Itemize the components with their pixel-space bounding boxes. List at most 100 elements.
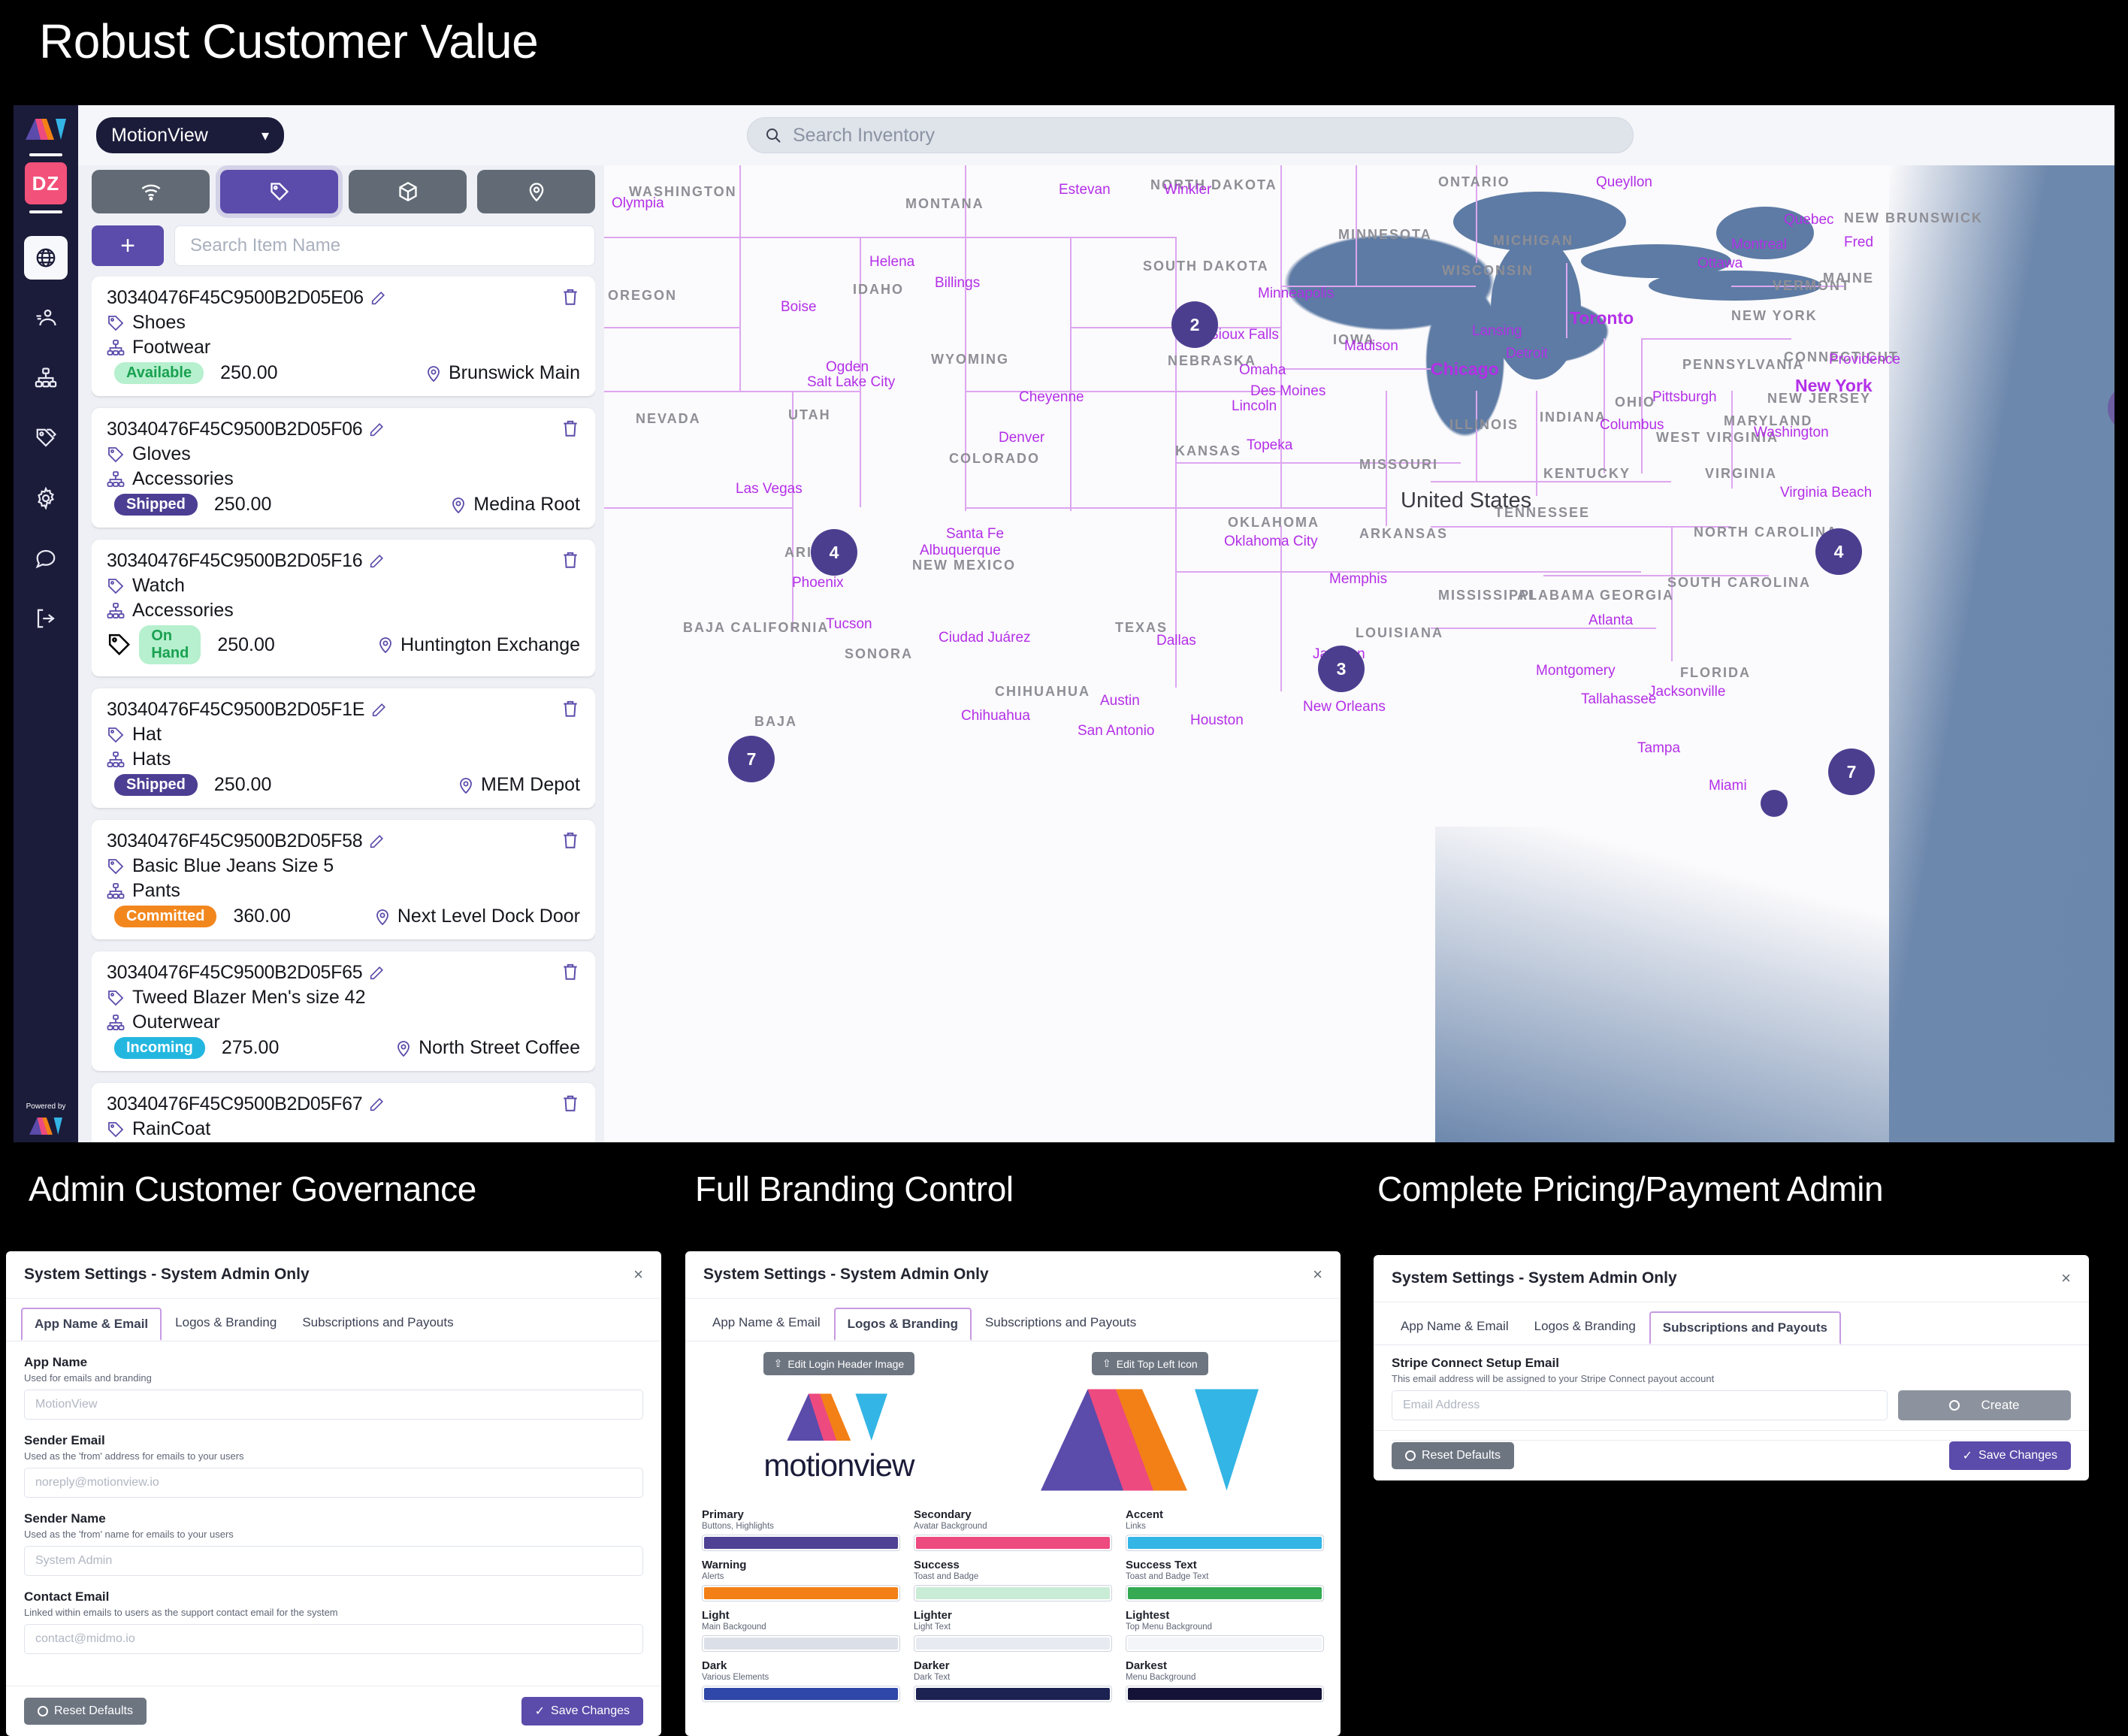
branding-logos: ⇧ Edit Login Header Image motionview ⇧ E…	[685, 1341, 1341, 1496]
tab-logos-branding[interactable]: Logos & Branding	[833, 1308, 972, 1341]
field-input[interactable]: noreply@motionview.io	[24, 1468, 643, 1498]
sidebar-item-tags[interactable]	[24, 416, 68, 460]
delete-icon[interactable]	[561, 699, 580, 718]
map-cluster-marker[interactable]: 3	[1318, 646, 1365, 692]
map-cluster-marker[interactable]: 4	[811, 529, 857, 576]
modal-title: System Settings - System Admin Only	[1392, 1269, 1677, 1287]
close-icon[interactable]: ×	[633, 1265, 643, 1284]
delete-icon[interactable]	[561, 830, 580, 850]
inventory-item-card[interactable]: 30340476F45C9500B2D05F1E Hat Hats Shipped 25…	[92, 688, 595, 808]
map-cluster-marker[interactable]: 7	[728, 736, 775, 782]
swatch-picker[interactable]	[914, 1535, 1112, 1551]
sidebar-item-messages[interactable]	[24, 537, 68, 580]
governance-tabs[interactable]: App Name & Email Logos & Branding Subscrip…	[6, 1299, 661, 1341]
field-input[interactable]: MotionView	[24, 1390, 643, 1420]
org-selector[interactable]: MotionView ▾	[96, 117, 284, 153]
tab-app-name-email[interactable]: App Name & Email	[21, 1308, 162, 1341]
swatch-picker[interactable]	[1126, 1686, 1324, 1702]
item-id: 30340476F45C9500B2D05F06	[107, 419, 580, 440]
tab-app-name-email[interactable]: App Name & Email	[1389, 1311, 1521, 1344]
item-location: Medina Root	[449, 494, 580, 516]
swatch-picker[interactable]	[914, 1585, 1112, 1601]
sidebar-item-globe[interactable]	[24, 236, 68, 280]
add-item-button[interactable]: +	[92, 225, 164, 266]
item-status-row: On Hand 250.00 Huntington Exchange	[107, 625, 580, 664]
map-border	[1356, 165, 1357, 286]
swatch-picker[interactable]	[702, 1635, 900, 1652]
modal-footer: Reset Defaults ✓ Save Changes	[1374, 1430, 2089, 1480]
inventory-item-card[interactable]: 30340476F45C9500B2D05F65 Tweed Blazer Men…	[92, 951, 595, 1071]
delete-icon[interactable]	[561, 287, 580, 307]
delete-icon[interactable]	[561, 419, 580, 438]
item-price: 275.00	[221, 1037, 280, 1058]
avatar[interactable]: DZ	[25, 162, 67, 204]
branding-tabs[interactable]: App Name & Email Logos & Branding Subscrip…	[685, 1299, 1341, 1341]
inventory-item-card[interactable]: 30340476F45C9500B2D05F58 Basic Blue Jeans…	[92, 820, 595, 939]
map-cluster-marker[interactable]	[1761, 790, 1788, 817]
pricing-tabs[interactable]: App Name & Email Logos & Branding Subscrip…	[1374, 1302, 2089, 1345]
tab-subscriptions-and-payouts[interactable]: Subscriptions and Payouts	[973, 1308, 1148, 1341]
search-input[interactable]: Search Inventory	[747, 117, 1634, 153]
tab-logos-branding[interactable]: Logos & Branding	[163, 1308, 289, 1341]
inventory-list[interactable]: 30340476F45C9500B2D05E06 Shoes Footwear Ava…	[92, 277, 595, 1142]
swatch-picker[interactable]	[914, 1686, 1112, 1702]
reset-defaults-button[interactable]: Reset Defaults	[24, 1698, 147, 1725]
sidebar-item-org-chart[interactable]	[24, 356, 68, 400]
edit-icon[interactable]	[368, 965, 385, 981]
tab-logos-branding[interactable]: Logos & Branding	[1522, 1311, 1648, 1344]
sidebar-item-settings[interactable]	[24, 476, 68, 520]
tab-app-name-email[interactable]: App Name & Email	[700, 1308, 833, 1341]
map-cluster-marker[interactable]: 2	[1171, 301, 1218, 348]
swatch-picker[interactable]	[702, 1585, 900, 1601]
map-cluster-marker[interactable]: 7	[1828, 749, 1875, 795]
map-state-label: KANSAS	[1175, 443, 1242, 458]
map-city-label: Quebec	[1784, 212, 1834, 228]
inventory-item-card[interactable]: 30340476F45C9500B2D05F67RainCoatOuterwea…	[92, 1083, 595, 1142]
swatch-picker[interactable]	[702, 1535, 900, 1551]
stripe-email-input[interactable]: Email Address	[1392, 1390, 1888, 1420]
field-input[interactable]: contact@midmo.io	[24, 1624, 643, 1654]
map-cluster-marker[interactable]: 4	[1815, 528, 1862, 575]
field-placeholder: System Admin	[35, 1554, 113, 1567]
sidebar-item-people[interactable]	[24, 296, 68, 340]
item-search-input[interactable]: Search Item Name	[174, 225, 595, 266]
segment-locations[interactable]	[477, 170, 595, 213]
save-changes-button[interactable]: ✓ Save Changes	[521, 1697, 643, 1725]
item-id: 30340476F45C9500B2D05F58	[107, 830, 580, 852]
tab-subscriptions-and-payouts[interactable]: Subscriptions and Payouts	[1649, 1311, 1841, 1344]
edit-icon[interactable]	[368, 422, 385, 438]
segment-containers[interactable]	[349, 170, 467, 213]
inventory-item-card[interactable]: 30340476F45C9500B2D05E06 Shoes Footwear Ava…	[92, 277, 595, 396]
inventory-item-card[interactable]: 30340476F45C9500B2D05F06 Gloves Accessorie…	[92, 408, 595, 528]
tab-subscriptions-and-payouts[interactable]: Subscriptions and Payouts	[290, 1308, 465, 1341]
inventory-map[interactable]: WASHINGTON MONTANA IDAHO OREGON NEVADA UTAH WY…	[604, 165, 2114, 1142]
edit-icon[interactable]	[368, 833, 385, 850]
swatch-picker[interactable]	[1126, 1535, 1324, 1551]
close-icon[interactable]: ×	[2061, 1269, 2071, 1288]
status-badge: Available	[114, 362, 204, 384]
delete-icon[interactable]	[561, 550, 580, 570]
reset-defaults-button[interactable]: Reset Defaults	[1392, 1442, 1514, 1469]
edit-icon[interactable]	[370, 702, 387, 718]
swatch-picker[interactable]	[914, 1635, 1112, 1652]
close-icon[interactable]: ×	[1313, 1265, 1322, 1284]
edit-top-left-icon-button[interactable]: ⇧ Edit Top Left Icon	[1092, 1352, 1208, 1375]
swatch-picker[interactable]	[702, 1686, 900, 1702]
save-changes-button[interactable]: ✓ Save Changes	[1948, 1441, 2071, 1470]
delete-icon[interactable]	[561, 1093, 580, 1113]
edit-login-header-button[interactable]: ⇧ Edit Login Header Image	[763, 1352, 915, 1375]
segment-signals[interactable]	[92, 170, 210, 213]
segment-control	[92, 170, 595, 213]
map-city-label: Queyllon	[1596, 174, 1652, 190]
edit-icon[interactable]	[368, 553, 385, 570]
delete-icon[interactable]	[561, 962, 580, 981]
swatch-picker[interactable]	[1126, 1585, 1324, 1601]
create-stripe-account-button[interactable]: Create	[1898, 1390, 2071, 1420]
edit-icon[interactable]	[370, 290, 386, 307]
field-input[interactable]: System Admin	[24, 1546, 643, 1576]
swatch-picker[interactable]	[1126, 1635, 1324, 1652]
sidebar-item-logout[interactable]	[24, 597, 68, 640]
edit-icon[interactable]	[368, 1096, 385, 1113]
segment-items[interactable]	[220, 170, 338, 213]
inventory-item-card[interactable]: 30340476F45C9500B2D05F16 Watch Accessories…	[92, 540, 595, 676]
